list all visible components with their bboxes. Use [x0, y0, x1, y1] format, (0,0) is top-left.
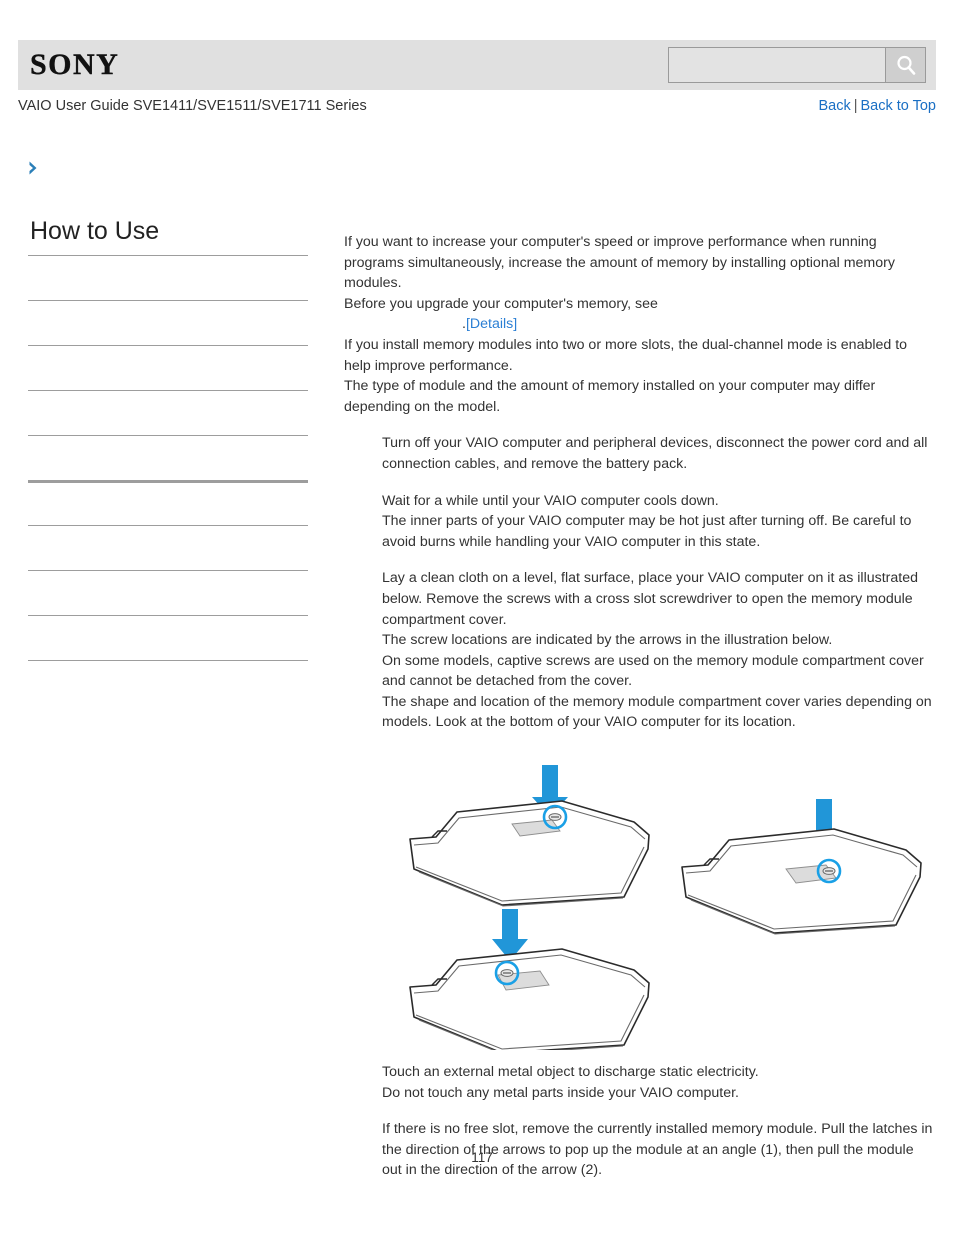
- main-content: If you want to increase your computer's …: [344, 232, 936, 1181]
- intro-paragraph-2: Before you upgrade your computer's memor…: [344, 295, 658, 312]
- step-3-paragraph-3: On some models, captive screws are used …: [382, 652, 924, 690]
- step-4-paragraph-1: Touch an external metal object to discha…: [382, 1064, 759, 1081]
- sidebar-item-2[interactable]: [28, 345, 308, 390]
- step-4-paragraph-2: Do not touch any metal parts inside your…: [382, 1084, 739, 1101]
- step-4: Touch an external metal object to discha…: [382, 1062, 936, 1103]
- sidebar-title: How to Use: [30, 217, 160, 245]
- page-number: 117: [471, 1150, 493, 1165]
- sidebar-item-5[interactable]: [28, 480, 308, 525]
- step-3: Lay a clean cloth on a level, flat surfa…: [382, 568, 936, 1051]
- step-2: Wait for a while until your VAIO compute…: [382, 491, 936, 553]
- sidebar-item-1[interactable]: [28, 300, 308, 345]
- intro-paragraph-4: The type of module and the amount of mem…: [344, 378, 876, 415]
- laptop-bottom-screw-right-figure: [681, 799, 922, 935]
- sidebar-item-6[interactable]: [28, 525, 308, 570]
- step-3-paragraph-4: The shape and location of the memory mod…: [382, 693, 932, 731]
- sidebar-item-8[interactable]: [28, 615, 308, 660]
- site-header: SONY: [18, 40, 936, 90]
- intro-paragraph-1: If you want to increase your computer's …: [344, 234, 895, 292]
- search-button[interactable]: [885, 48, 925, 82]
- back-to-top-link[interactable]: Back to Top: [860, 98, 936, 114]
- intro-paragraph-3: If you install memory modules into two o…: [344, 336, 908, 374]
- laptop-bottom-screw-left-figure: [409, 909, 650, 1051]
- sidebar-item-7[interactable]: [28, 570, 308, 615]
- intro-block: If you want to increase your computer's …: [344, 232, 936, 417]
- header-nav-links: Back | Back to Top: [818, 98, 936, 114]
- step-1: Turn off your VAIO computer and peripher…: [382, 433, 936, 474]
- laptop-bottom-screw-center-figure: [409, 765, 650, 907]
- sidebar: How to Use: [28, 215, 308, 705]
- breadcrumb: [26, 160, 326, 182]
- sidebar-item-0[interactable]: [28, 255, 308, 300]
- chevron-right-icon[interactable]: [26, 160, 42, 176]
- nav-separator: |: [853, 98, 858, 114]
- search-input[interactable]: [669, 48, 885, 82]
- subheader: VAIO User Guide SVE1411/SVE1511/SVE1711 …: [18, 98, 936, 122]
- sony-logo: SONY: [30, 48, 120, 81]
- details-line: .[Details]: [344, 314, 936, 335]
- step-3-paragraph-2: The screw locations are indicated by the…: [382, 632, 833, 649]
- sidebar-item-4[interactable]: [28, 435, 308, 480]
- sidebar-item-3[interactable]: [28, 390, 308, 435]
- step-2-paragraph-1: Wait for a while until your VAIO compute…: [382, 492, 719, 509]
- illustration-group: [392, 755, 954, 1051]
- step-2-paragraph-2: The inner parts of your VAIO computer ma…: [382, 513, 912, 550]
- sidebar-item-9[interactable]: [28, 660, 308, 705]
- step-3-paragraph-1: Lay a clean cloth on a level, flat surfa…: [382, 570, 918, 628]
- step-1-paragraph-1: Turn off your VAIO computer and peripher…: [382, 435, 928, 472]
- guide-title: VAIO User Guide SVE1411/SVE1511/SVE1711 …: [18, 98, 367, 114]
- details-link[interactable]: [Details]: [466, 316, 517, 332]
- search-icon: [896, 55, 915, 75]
- back-link[interactable]: Back: [818, 98, 850, 114]
- search-box[interactable]: [668, 47, 926, 83]
